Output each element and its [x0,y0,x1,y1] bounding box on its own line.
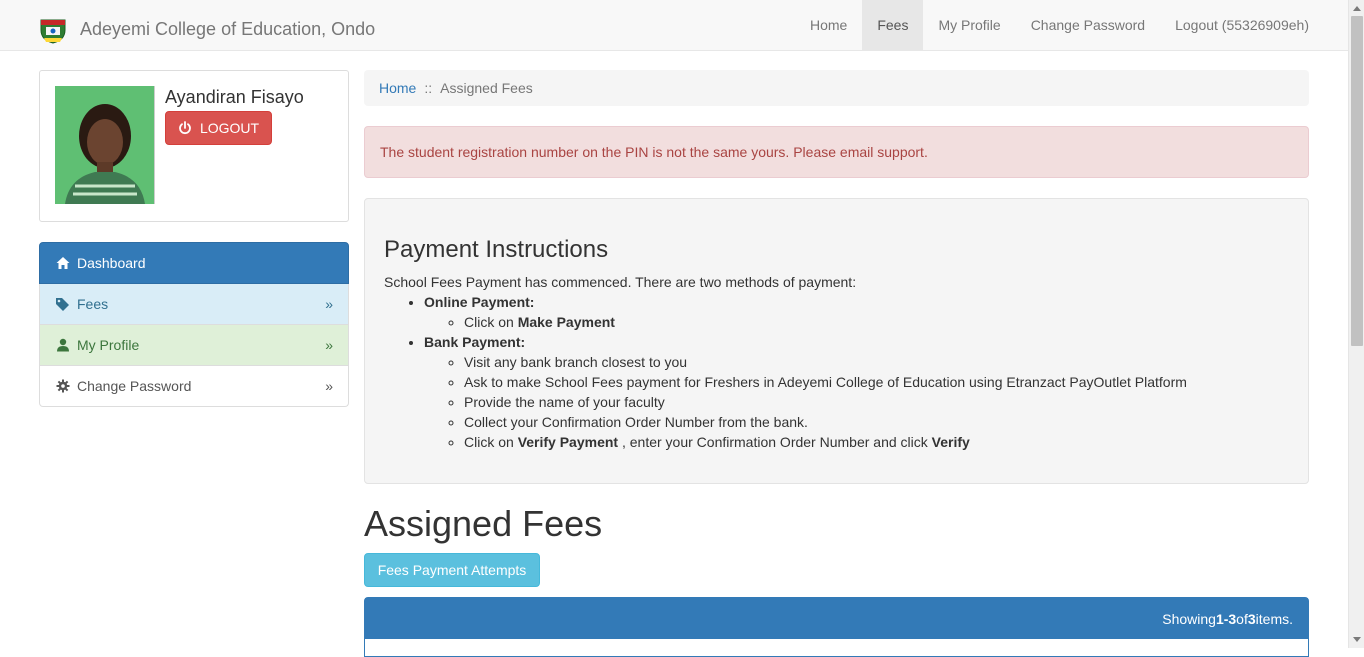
user-icon [55,337,71,353]
payment-instructions-panel: Payment Instructions School Fees Payment… [364,198,1309,484]
bank-payment-step: Provide the name of your faculty [464,392,1289,412]
gear-icon [55,378,71,394]
student-photo [55,86,155,204]
sidebar-dashboard-label: Dashboard [77,255,146,271]
payment-methods-list: Online Payment: Click on Make Payment Ba… [384,292,1289,452]
brand-title: Adeyemi College of Education, Ondo [80,18,376,39]
main-nav: Home Fees My Profile Change Password Log… [795,0,1324,50]
error-alert: The student registration number on the P… [364,126,1309,178]
sidebar-item-label: Change Password [77,378,192,394]
logout-button-label: LOGOUT [199,120,260,136]
online-payment-method: Online Payment: Click on Make Payment [424,292,1289,332]
assigned-fees-title: Assigned Fees [364,503,603,544]
sidebar-item-fees[interactable]: Fees » [39,284,349,325]
sidebar-item-my-profile[interactable]: My Profile » [39,325,349,366]
scroll-up-arrow-icon[interactable] [1353,6,1361,11]
nav-logout[interactable]: Logout (55326909eh) [1160,0,1324,50]
sidebar-menu: Dashboard Fees » My Profile » Change Pas… [39,242,349,407]
online-payment-step: Click on Make Payment [464,312,1289,332]
nav-my-profile[interactable]: My Profile [923,0,1015,50]
bank-payment-heading: Bank Payment: [424,334,526,350]
bank-payment-step: Visit any bank branch closest to you [464,352,1289,372]
online-payment-heading: Online Payment: [424,294,535,310]
bank-payment-step: Ask to make School Fees payment for Fres… [464,372,1289,392]
bank-payment-step: Click on Verify Payment , enter your Con… [464,432,1289,452]
grid-summary: Showing 1-3 of 3 items. [365,598,1308,639]
sidebar-item-change-password[interactable]: Change Password » [39,366,349,407]
alert-message: The student registration number on the P… [380,144,928,160]
breadcrumb-separator: :: [424,80,433,96]
instructions-title: Payment Instructions [384,236,609,263]
fees-payment-attempts-button[interactable]: Fees Payment Attempts [364,553,540,587]
sidebar-item-label: My Profile [77,337,140,353]
page-scrollbar[interactable] [1348,0,1364,648]
chevron-right-icon: » [325,378,333,394]
home-icon [55,255,71,271]
brand[interactable]: Adeyemi College of Education, Ondo [38,14,375,44]
fees-grid-panel: Showing 1-3 of 3 items. [364,597,1309,657]
instructions-intro: School Fees Payment has commenced. There… [384,274,857,290]
scroll-thumb[interactable] [1351,16,1363,346]
power-icon [179,121,191,135]
bank-payment-method: Bank Payment: Visit any bank branch clos… [424,332,1289,452]
nav-fees[interactable]: Fees [862,0,924,50]
breadcrumb-current: Assigned Fees [440,80,533,96]
logout-button[interactable]: LOGOUT [165,111,272,145]
sidebar-item-dashboard[interactable]: Dashboard [39,242,349,284]
tags-icon [55,296,71,312]
breadcrumb: Home :: Assigned Fees [364,70,1309,106]
sidebar-item-label: Fees [77,296,109,312]
breadcrumb-home-link[interactable]: Home [379,80,416,96]
profile-card: Ayandiran Fisayo LOGOUT [39,70,349,222]
college-crest-logo [40,19,66,44]
chevron-right-icon: » [325,296,333,312]
nav-home[interactable]: Home [795,0,862,50]
top-navbar: Adeyemi College of Education, Ondo Home … [0,0,1348,51]
chevron-right-icon: » [325,337,333,353]
scroll-down-arrow-icon[interactable] [1353,637,1361,642]
student-name: Ayandiran Fisayo [165,87,304,107]
nav-change-password[interactable]: Change Password [1016,0,1160,50]
bank-payment-step: Collect your Confirmation Order Number f… [464,412,1289,432]
